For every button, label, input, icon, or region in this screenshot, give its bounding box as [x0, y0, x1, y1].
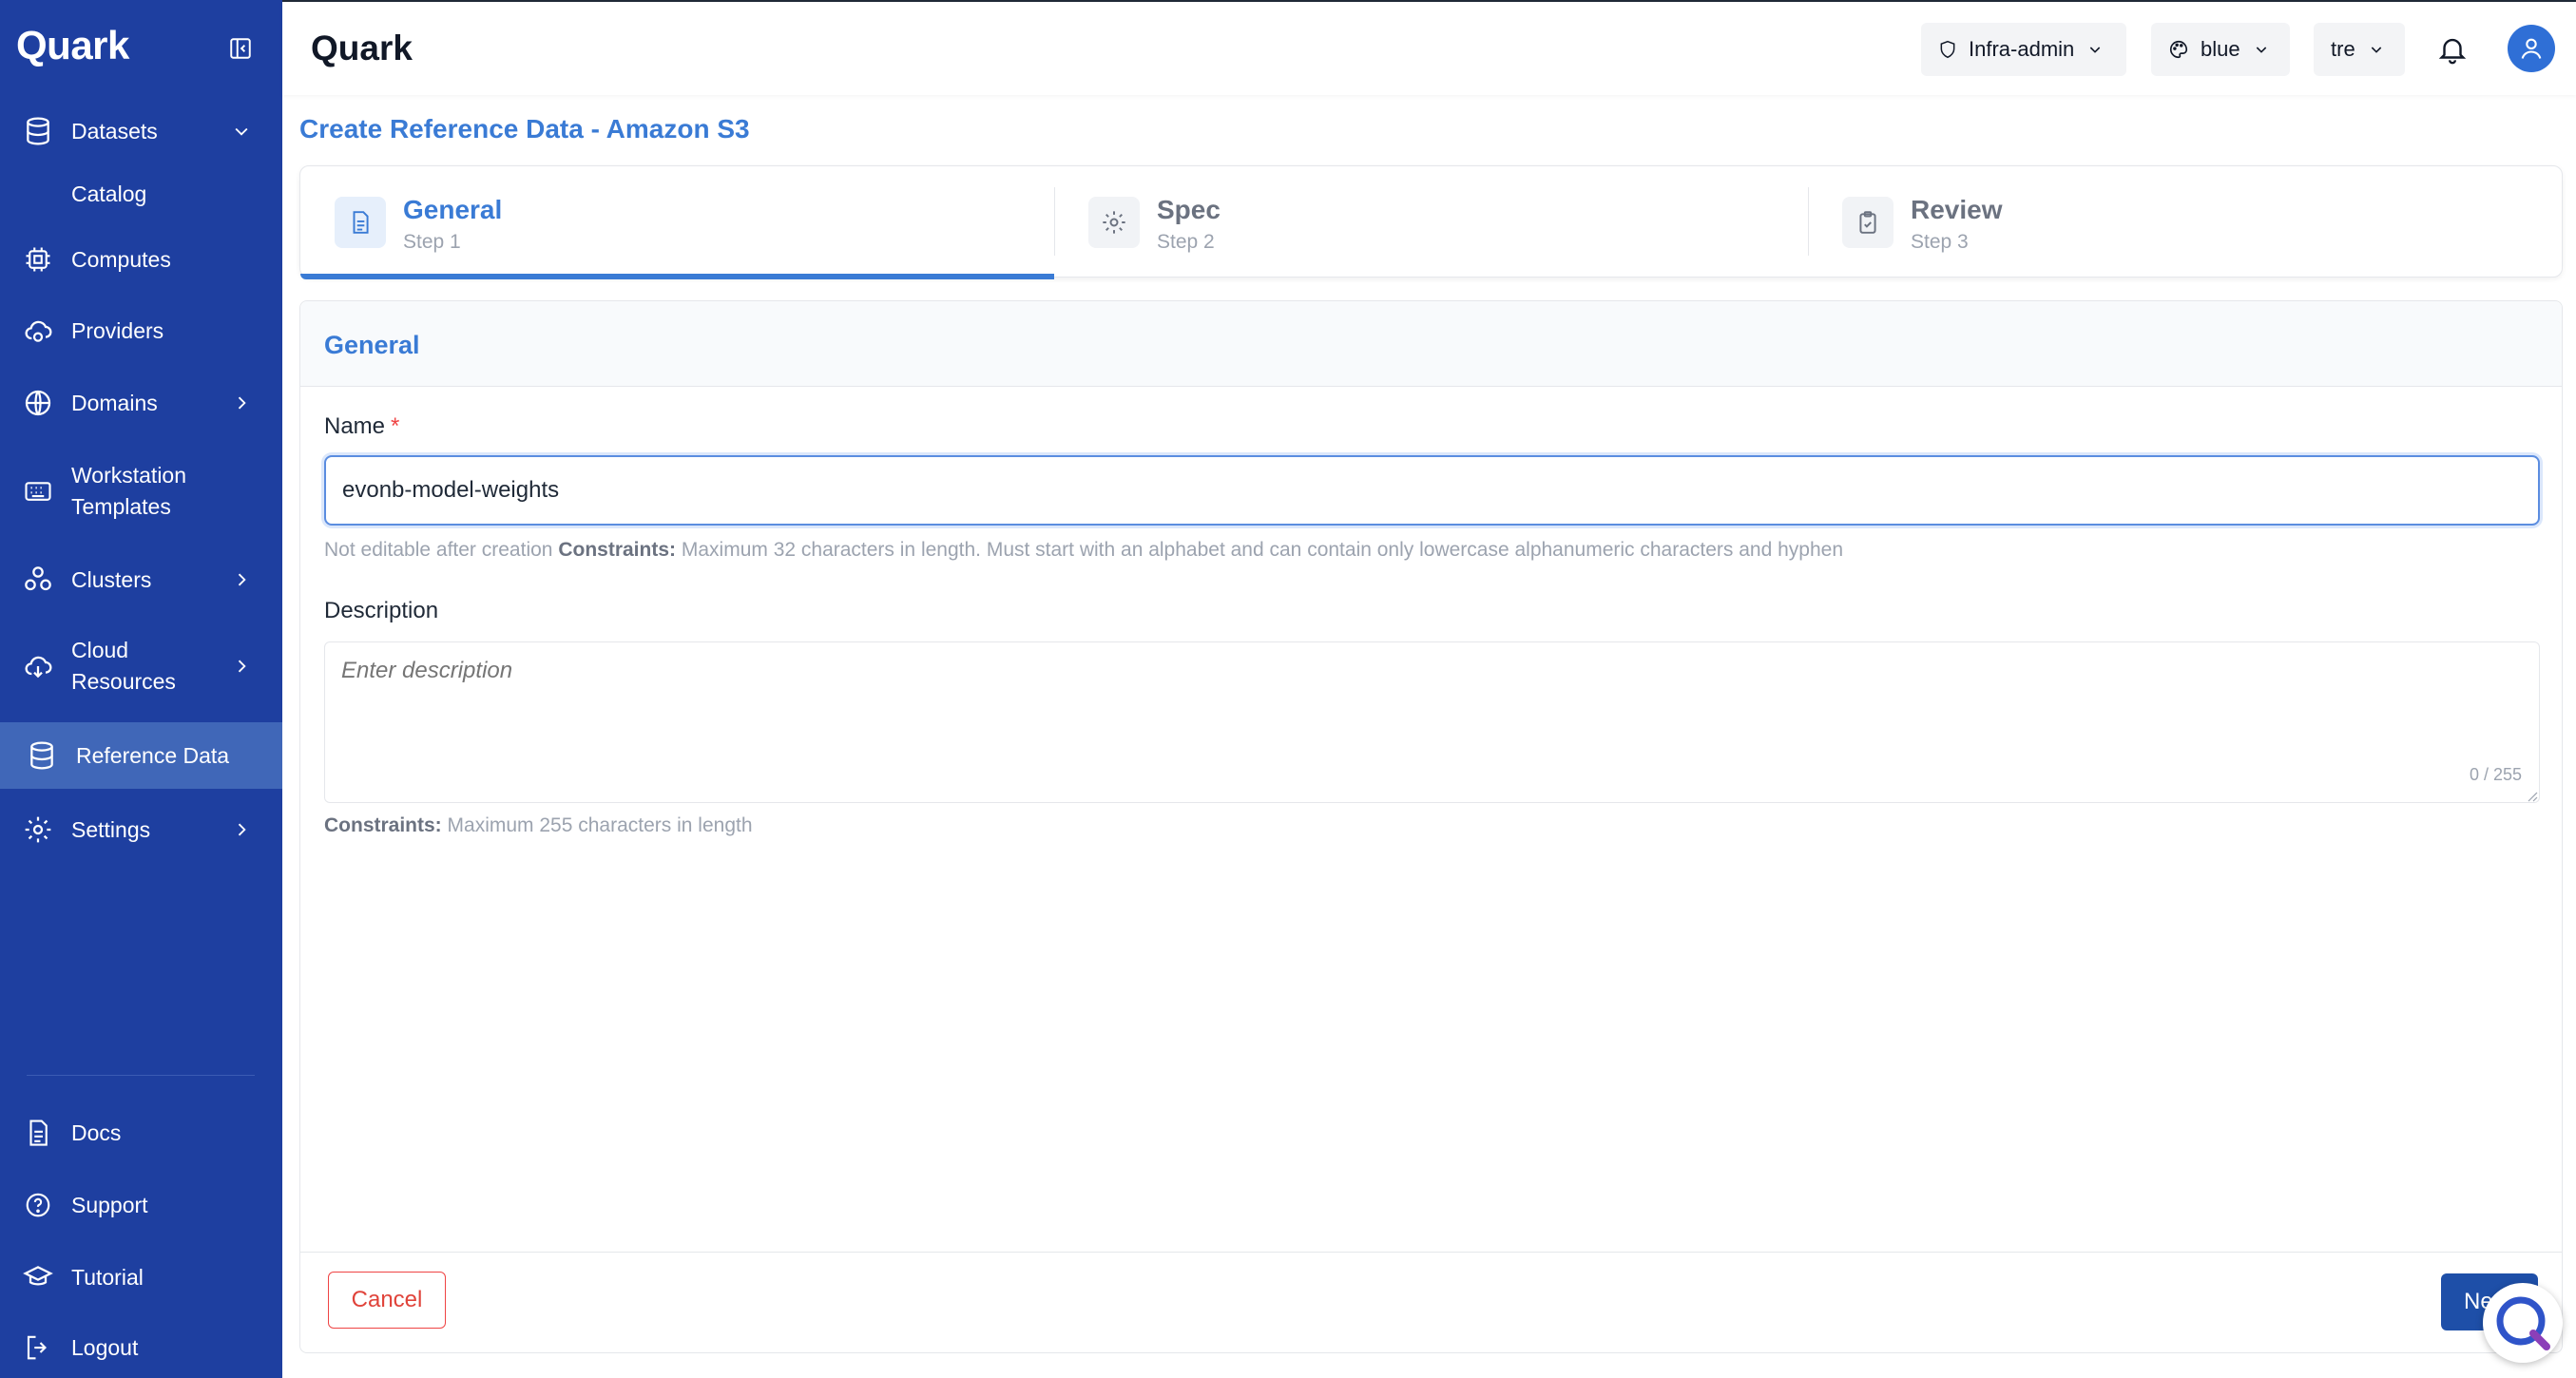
help-circle-icon	[21, 1188, 55, 1222]
database-icon	[25, 738, 59, 773]
sidebar-item-clusters[interactable]: Clusters	[0, 563, 282, 597]
bell-icon[interactable]	[2433, 30, 2471, 68]
cpu-icon	[21, 242, 55, 277]
shield-icon	[1938, 39, 1957, 60]
sidebar-item-computes[interactable]: Computes	[0, 242, 282, 277]
document-icon	[335, 197, 386, 248]
sidebar-item-domains[interactable]: Domains	[0, 386, 282, 420]
sidebar-item-workstation-templates[interactable]: Workstation Templates	[0, 460, 282, 523]
name-label: Name *	[324, 413, 400, 439]
logout-icon	[21, 1330, 55, 1365]
step-general[interactable]: General Step 1	[300, 166, 1054, 279]
document-icon	[21, 1116, 55, 1150]
cancel-button[interactable]: Cancel	[328, 1272, 446, 1329]
sidebar-item-settings[interactable]: Settings	[0, 813, 282, 847]
chevron-right-icon	[231, 656, 252, 677]
description-textarea[interactable]	[324, 641, 2540, 803]
gear-icon	[21, 813, 55, 847]
clipboard-check-icon	[1842, 197, 1894, 248]
chevron-down-icon	[2369, 42, 2384, 57]
step-review[interactable]: Review Step 3	[1808, 166, 2562, 278]
sidebar-item-cloud-resources[interactable]: Cloud Resources	[0, 635, 282, 698]
name-help-text: Not editable after creation Constraints:…	[324, 539, 1844, 561]
chevron-down-icon	[2254, 42, 2269, 57]
sidebar-item-providers[interactable]: Providers	[0, 314, 282, 348]
app-title: Quark	[311, 29, 413, 67]
sidebar-item-catalog[interactable]: Catalog	[0, 177, 282, 211]
chevron-right-icon	[231, 392, 252, 413]
active-step-indicator	[300, 274, 1054, 279]
theme-select[interactable]: blue	[2151, 23, 2290, 76]
description-label: Description	[324, 598, 439, 623]
globe-icon	[21, 386, 55, 420]
brand-logo: Quark	[16, 23, 129, 67]
sidebar-collapse-icon[interactable]	[226, 34, 255, 63]
footer-divider	[300, 1252, 2562, 1253]
section-title: General	[324, 331, 420, 359]
sidebar-divider	[27, 1075, 255, 1076]
chevron-down-icon	[2087, 42, 2103, 57]
palette-icon	[2168, 39, 2189, 60]
chevron-right-icon	[231, 569, 252, 590]
stepper: General Step 1 Spec Step 2 Review Step 3	[299, 165, 2563, 279]
sidebar-item-datasets[interactable]: Datasets	[0, 114, 282, 148]
workspace-select[interactable]: tre	[2314, 23, 2405, 76]
description-help-text: Constraints: Maximum 255 characters in l…	[324, 814, 753, 836]
description-char-counter: 0 / 255	[2469, 765, 2522, 784]
sidebar-item-logout[interactable]: Logout	[0, 1330, 282, 1365]
name-input[interactable]	[324, 455, 2540, 526]
page-title: Create Reference Data - Amazon S3	[299, 114, 750, 144]
cloud-sync-icon	[21, 314, 55, 348]
sidebar-item-docs[interactable]: Docs	[0, 1116, 282, 1150]
card-header: General	[300, 301, 2562, 387]
top-header: Quark Infra-admin blue tre	[282, 0, 2576, 95]
cluster-icon	[21, 563, 55, 597]
sidebar-item-support[interactable]: Support	[0, 1188, 282, 1222]
user-avatar[interactable]	[2508, 25, 2555, 72]
step-spec[interactable]: Spec Step 2	[1054, 166, 1808, 278]
cloud-download-icon	[21, 649, 55, 683]
resize-handle-icon[interactable]	[2527, 790, 2538, 802]
database-icon	[21, 114, 55, 148]
gear-icon	[1088, 197, 1140, 248]
general-form-card: General Name* Not editable after creatio…	[299, 300, 2563, 1353]
sidebar-item-tutorial[interactable]: Tutorial	[0, 1260, 282, 1294]
role-select[interactable]: Infra-admin	[1921, 23, 2126, 76]
keyboard-icon	[21, 474, 55, 508]
sidebar: Quark Datasets Catalog Computes Provider…	[0, 0, 282, 1378]
assistant-q-icon[interactable]	[2483, 1283, 2563, 1363]
sidebar-item-reference-data[interactable]: Reference Data	[0, 722, 282, 789]
required-marker: *	[391, 413, 400, 439]
chevron-down-icon	[231, 121, 252, 142]
chevron-right-icon	[231, 819, 252, 840]
graduation-cap-icon	[21, 1260, 55, 1294]
